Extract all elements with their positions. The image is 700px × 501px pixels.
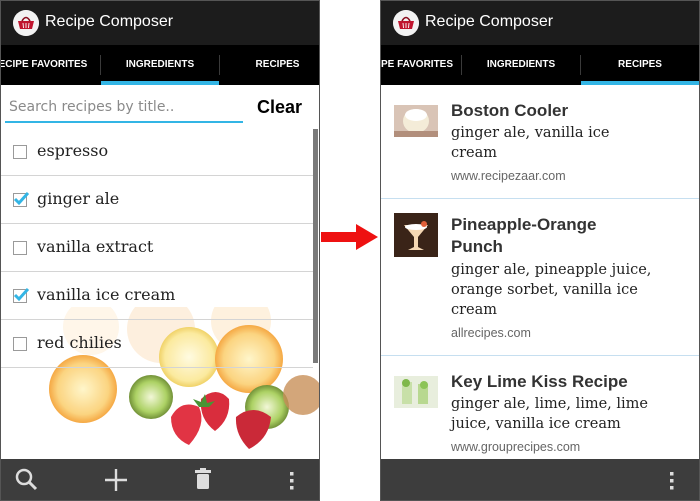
ingredients-screen: Recipe Composer ECIPE FAVORITES INGREDIE… [0, 0, 320, 501]
recipe-ingredients-line: juice, vanilla ice cream [451, 416, 621, 432]
recipe-title: Key Lime Kiss Recipe [451, 371, 691, 393]
basket-icon[interactable] [13, 10, 39, 36]
ingredient-label: ginger ale [37, 189, 120, 208]
app-title: Recipe Composer [425, 13, 554, 30]
recipe-title-line: Key Lime Kiss Recipe [451, 372, 628, 391]
search-field [5, 95, 243, 123]
recipe-title: Pineapple-Orange Punch [451, 214, 691, 258]
recipe-source[interactable]: www.recipezaar.com [451, 169, 691, 183]
ingredient-label: vanilla ice cream [37, 285, 176, 304]
tab-ingredients[interactable]: INGREDIENTS [462, 45, 580, 85]
action-bar: Recipe Composer [381, 1, 699, 45]
recipe-title-line: Punch [451, 237, 503, 256]
recipe-card[interactable]: Pineapple-Orange Punch ginger ale, pinea… [381, 199, 699, 356]
clear-button[interactable]: Clear [257, 97, 302, 118]
recipe-ingredients-line: ginger ale, vanilla ice [451, 125, 610, 141]
app-title: Recipe Composer [45, 13, 174, 30]
recipe-thumbnail [394, 213, 438, 257]
search-icon[interactable] [7, 459, 47, 500]
ingredient-row[interactable]: vanilla extract [1, 224, 313, 272]
tab-recipe-favorites[interactable]: PE FAVORITES [381, 45, 461, 85]
recipe-title-line: Boston Cooler [451, 101, 569, 120]
checkmark-icon [13, 191, 29, 206]
recipe-thumbnail [394, 105, 438, 137]
recipe-ingredients-line: cream [451, 302, 498, 318]
recipe-title-line: Pineapple-Orange [451, 215, 597, 234]
recipe-ingredients: ginger ale, lime, lime, lime juice, vani… [451, 394, 691, 434]
tab-ingredients[interactable]: INGREDIENTS [101, 45, 219, 85]
tab-bar: PE FAVORITES INGREDIENTS RECIPES [381, 45, 699, 85]
ingredient-label: red chilies [37, 333, 122, 352]
ingredient-checkbox[interactable] [13, 241, 27, 255]
recipe-ingredients: ginger ale, vanilla ice cream [451, 123, 691, 163]
add-icon[interactable] [96, 459, 136, 500]
recipes-screen: Recipe Composer PE FAVORITES INGREDIENTS… [380, 0, 700, 501]
action-bar: Recipe Composer [1, 1, 319, 45]
scrollbar[interactable] [313, 129, 318, 363]
recipe-source[interactable]: www.grouprecipes.com [451, 440, 691, 454]
ingredient-row[interactable]: vanilla ice cream [1, 272, 313, 320]
recipe-ingredients-line: orange sorbet, vanilla ice [451, 282, 638, 298]
recipe-card[interactable]: Key Lime Kiss Recipe ginger ale, lime, l… [381, 356, 699, 459]
ingredient-checkbox[interactable] [13, 191, 29, 207]
ingredient-row[interactable]: espresso [1, 128, 313, 176]
tab-recipes[interactable]: RECIPES [581, 45, 699, 85]
checkmark-icon [13, 287, 29, 302]
trash-icon[interactable] [183, 459, 223, 500]
recipe-thumbnail [394, 376, 438, 408]
recipe-ingredients-line: ginger ale, lime, lime, lime [451, 396, 648, 412]
ingredient-row[interactable]: ginger ale [1, 176, 313, 224]
ingredient-label: espresso [37, 141, 109, 160]
search-input[interactable] [9, 95, 239, 119]
recipe-ingredients: ginger ale, pineapple juice, orange sorb… [451, 260, 691, 320]
recipe-source[interactable]: allrecipes.com [451, 326, 691, 340]
overflow-menu-icon[interactable] [273, 459, 313, 500]
ingredient-row[interactable]: red chilies [1, 320, 313, 368]
transition-arrow-icon [321, 224, 378, 250]
ingredients-panel: Clear espresso [1, 85, 319, 459]
ingredient-label: vanilla extract [37, 237, 154, 256]
ingredient-checkbox[interactable] [13, 287, 29, 303]
recipe-ingredients-line: cream [451, 145, 498, 161]
basket-icon[interactable] [393, 10, 419, 36]
recipe-title: Boston Cooler [451, 100, 691, 122]
bottom-action-bar [381, 459, 699, 500]
tab-recipes[interactable]: RECIPES [220, 45, 319, 85]
recipe-card[interactable]: Boston Cooler ginger ale, vanilla ice cr… [381, 85, 699, 199]
overflow-menu-icon[interactable] [653, 459, 693, 500]
recipe-ingredients-line: ginger ale, pineapple juice, [451, 262, 652, 278]
recipes-panel: Boston Cooler ginger ale, vanilla ice cr… [381, 85, 699, 459]
tab-recipe-favorites[interactable]: ECIPE FAVORITES [1, 45, 93, 85]
bottom-action-bar [1, 459, 319, 500]
ingredient-checkbox[interactable] [13, 337, 27, 351]
ingredient-checkbox[interactable] [13, 145, 27, 159]
tab-bar: ECIPE FAVORITES INGREDIENTS RECIPES [1, 45, 319, 85]
